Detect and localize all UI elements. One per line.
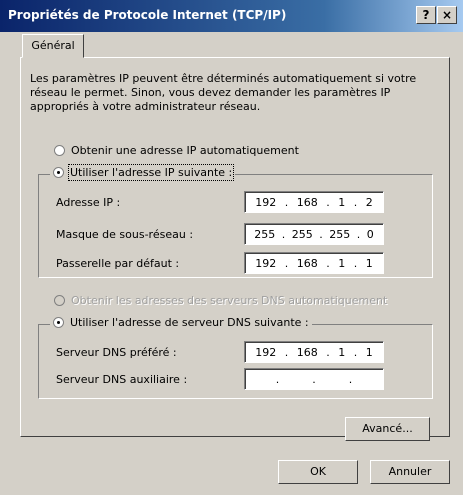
octet: 192 xyxy=(255,256,277,270)
close-button[interactable]: × xyxy=(437,6,457,24)
ip-auto-label: Obtenir une adresse IP automatiquement xyxy=(71,144,299,157)
octet: 1 xyxy=(338,256,346,270)
alternate-dns-field[interactable]: . . . xyxy=(244,368,384,390)
dns-auto-option[interactable]: Obtenir les adresses des serveurs DNS au… xyxy=(54,294,387,307)
tab-general[interactable]: Général xyxy=(22,34,84,58)
ok-button[interactable]: OK xyxy=(278,460,358,484)
octet: 1 xyxy=(338,345,346,359)
octet: 1 xyxy=(338,195,346,209)
octet: 2 xyxy=(365,195,373,209)
ip-manual-option[interactable]: Utiliser l'adresse IP suivante : xyxy=(50,164,236,181)
advanced-button[interactable]: Avancé... xyxy=(345,417,430,441)
octet: 192 xyxy=(255,345,277,359)
octet: 1 xyxy=(365,256,373,270)
octet: 168 xyxy=(296,195,318,209)
title-bar: Propriétés de Protocole Internet (TCP/IP… xyxy=(0,0,463,32)
window-title: Propriétés de Protocole Internet (TCP/IP… xyxy=(8,8,287,22)
gateway-field[interactable]: 192. 168. 1. 1 xyxy=(244,252,384,274)
preferred-dns-field[interactable]: 192. 168. 1. 1 xyxy=(244,341,384,363)
octet: 255 xyxy=(329,227,351,241)
ip-manual-label: Utiliser l'adresse IP suivante : xyxy=(67,164,235,181)
cancel-button[interactable]: Annuler xyxy=(370,460,450,484)
ip-auto-radio[interactable] xyxy=(54,145,65,156)
dns-manual-option[interactable]: Utiliser l'adresse de serveur DNS suivan… xyxy=(50,316,312,329)
description-text: Les paramètres IP peuvent être déterminé… xyxy=(30,72,417,113)
octet: 168 xyxy=(296,256,318,270)
dns-auto-radio[interactable] xyxy=(54,295,65,306)
octet: 192 xyxy=(255,195,277,209)
ip-auto-option[interactable]: Obtenir une adresse IP automatiquement xyxy=(54,144,299,157)
alternate-dns-label: Serveur DNS auxiliaire : xyxy=(56,373,188,386)
dns-auto-label: Obtenir les adresses des serveurs DNS au… xyxy=(71,294,388,307)
help-button[interactable]: ? xyxy=(416,6,436,24)
dns-manual-radio[interactable] xyxy=(53,317,64,328)
octet: 168 xyxy=(296,345,318,359)
octet: 0 xyxy=(366,227,374,241)
ip-address-label: Adresse IP : xyxy=(56,196,121,209)
gateway-label: Passerelle par défaut : xyxy=(56,257,180,270)
tab-general-label: Général xyxy=(31,39,75,52)
ip-manual-radio[interactable] xyxy=(53,167,64,178)
preferred-dns-label: Serveur DNS préféré : xyxy=(56,346,177,359)
dns-manual-label: Utiliser l'adresse de serveur DNS suivan… xyxy=(70,316,309,329)
octet: 255 xyxy=(254,227,276,241)
subnet-mask-label: Masque de sous-réseau : xyxy=(56,228,194,241)
octet: 1 xyxy=(365,345,373,359)
octet: 255 xyxy=(291,227,313,241)
ip-address-field[interactable]: 192. 168. 1. 2 xyxy=(244,191,384,213)
subnet-mask-field[interactable]: 255. 255. 255. 0 xyxy=(244,223,384,245)
